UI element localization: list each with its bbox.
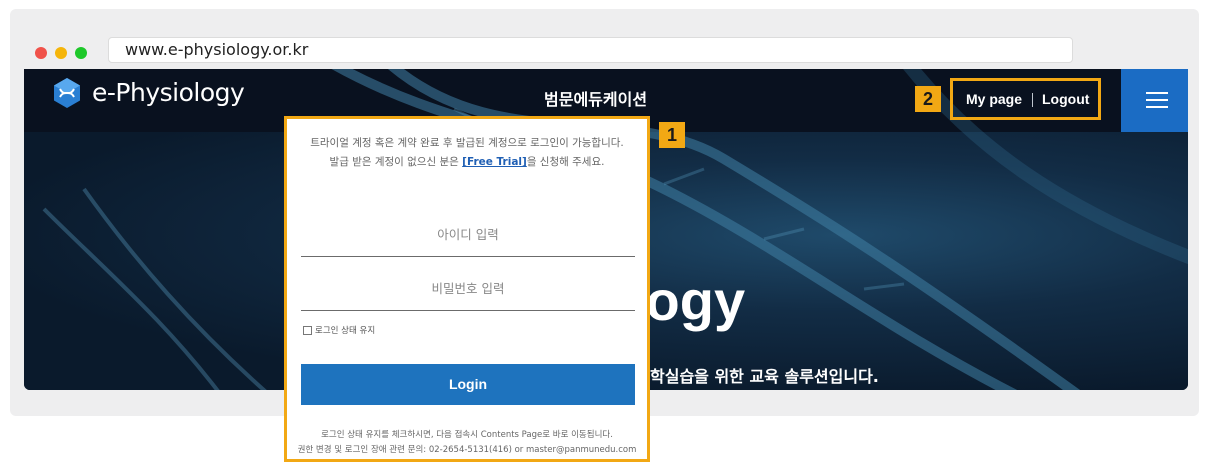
hamburger-menu-icon-line	[1146, 106, 1168, 108]
login-panel: 트라이얼 계정 혹은 계약 완료 후 발급된 계정으로 로그인이 가능합니다. …	[284, 116, 650, 462]
login-notice-line-1: 트라이얼 계정 혹은 계약 완료 후 발급된 계정으로 로그인이 가능합니다.	[310, 137, 624, 149]
notice-suffix: 을 신청해 주세요.	[526, 156, 605, 168]
remember-login-label: 로그인 상태 유지	[315, 326, 376, 336]
notice-prefix: 발급 받은 계정이 없으신 분은	[329, 156, 463, 168]
hamburger-menu-icon-line	[1146, 99, 1168, 101]
account-links-highlight: My page Logout	[950, 78, 1101, 120]
hamburger-menu-icon	[1146, 92, 1168, 94]
my-page-link[interactable]: My page	[966, 91, 1022, 107]
free-trial-link[interactable]: [Free Trial]	[462, 156, 527, 168]
address-bar[interactable]: www.e-physiology.or.kr	[108, 37, 1073, 63]
hero-subtitle: 학실습을 위한 교육 솔루션입니다.	[650, 367, 879, 386]
site-logo-text[interactable]: e-Physiology	[92, 78, 245, 107]
window-maximize-dot[interactable]	[75, 47, 87, 59]
remember-login-checkbox[interactable]: 로그인 상태 유지	[303, 324, 375, 338]
company-title[interactable]: 범문에듀케이션	[544, 86, 647, 110]
login-notice-line-2: 발급 받은 계정이 없으신 분은 [Free Trial]을 신청해 주세요.	[287, 154, 647, 169]
id-input[interactable]: 아이디 입력	[301, 217, 635, 257]
logout-link[interactable]: Logout	[1042, 91, 1089, 107]
login-button[interactable]: Login	[301, 364, 635, 405]
callout-number-1: 1	[659, 122, 685, 148]
dna-hexagon-icon[interactable]	[52, 77, 82, 109]
checkbox-icon[interactable]	[303, 326, 312, 335]
login-footnote-line-1: 로그인 상태 유지를 체크하시면, 다음 접속시 Contents Page로 …	[321, 430, 613, 440]
link-divider	[1032, 93, 1033, 107]
callout-number-2: 2	[915, 86, 941, 112]
login-footnote-line-2: 권한 변경 및 로그인 장애 관련 문의: 02-2654-5131(416) …	[297, 445, 637, 455]
hamburger-menu-button[interactable]	[1121, 69, 1188, 132]
password-input[interactable]: 비밀번호 입력	[301, 271, 635, 311]
window-close-dot[interactable]	[35, 47, 47, 59]
window-minimize-dot[interactable]	[55, 47, 67, 59]
